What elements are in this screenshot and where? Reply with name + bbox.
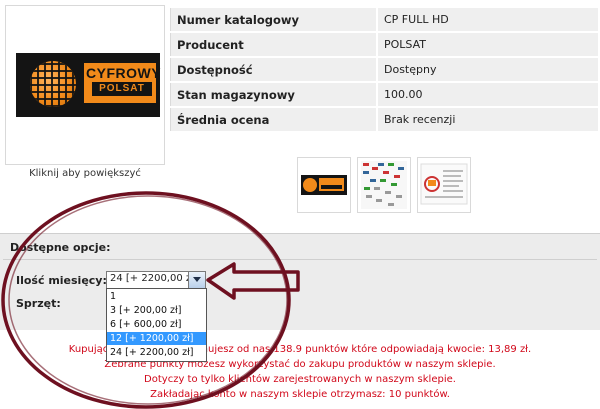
months-dropdown-list[interactable]: 1 3 [+ 200,00 zł] 6 [+ 600,00 zł] 12 [+ … bbox=[106, 288, 207, 362]
months-select-value: 24 [+ 2200,00 zł] bbox=[110, 273, 198, 284]
globe-icon bbox=[30, 61, 76, 107]
options-title: Dostępne opcje: bbox=[10, 241, 111, 254]
thumbnail-leaflet[interactable] bbox=[417, 157, 471, 213]
table-row: Numer katalogowy CP FULL HD bbox=[170, 8, 598, 31]
points-info-line: Dotyczy to tylko klientów zarejestrowany… bbox=[144, 374, 456, 385]
attr-key: Stan magazynowy bbox=[170, 83, 376, 106]
dropdown-option[interactable]: 24 [+ 2200,00 zł] bbox=[107, 346, 206, 359]
product-image[interactable]: CYFROWY POLSAT bbox=[5, 5, 165, 165]
logo-text-line2: POLSAT bbox=[92, 82, 152, 96]
attr-value: Brak recenzji bbox=[376, 108, 598, 131]
chevron-down-icon[interactable] bbox=[188, 272, 205, 288]
options-divider bbox=[3, 259, 597, 260]
dropdown-option[interactable]: 1 bbox=[107, 290, 206, 303]
points-info-line: Zakładając konto w naszym sklepie otrzym… bbox=[150, 389, 450, 400]
months-select[interactable]: 24 [+ 2200,00 zł] bbox=[106, 271, 206, 289]
attr-key: Dostępność bbox=[170, 58, 376, 81]
attr-key: Średnia ocena bbox=[170, 108, 376, 131]
thumbnail-logo-icon bbox=[301, 175, 347, 195]
table-row: Producent POLSAT bbox=[170, 33, 598, 56]
table-row: Dostępność Dostępny bbox=[170, 58, 598, 81]
months-label: Ilość miesięcy: bbox=[16, 274, 107, 287]
dropdown-option[interactable]: 6 [+ 600,00 zł] bbox=[107, 318, 206, 331]
thumbnail-channels[interactable] bbox=[357, 157, 411, 213]
table-row: Stan magazynowy 100.00 bbox=[170, 83, 598, 106]
points-info-line: Kupując ten produkt otrzymujesz od nas 1… bbox=[68, 344, 532, 355]
table-row: Średnia ocena Brak recenzji bbox=[170, 108, 598, 131]
leaflet-icon bbox=[420, 163, 468, 205]
dropdown-option-highlighted[interactable]: 12 [+ 1200,00 zł] bbox=[107, 332, 206, 345]
attr-key: Numer katalogowy bbox=[170, 8, 376, 31]
attr-value: CP FULL HD bbox=[376, 8, 598, 31]
product-attributes-table: Numer katalogowy CP FULL HD Producent PO… bbox=[170, 6, 598, 133]
points-info-line: Zebrane punkty możesz wykorzystać do zak… bbox=[104, 359, 496, 370]
channel-grid-icon bbox=[361, 161, 407, 209]
thumbnail-logo[interactable] bbox=[297, 157, 351, 213]
attr-value: POLSAT bbox=[376, 33, 598, 56]
equipment-label: Sprzęt: bbox=[16, 297, 61, 310]
logo-text-line1: CYFROWY bbox=[86, 65, 162, 81]
attr-key: Producent bbox=[170, 33, 376, 56]
dropdown-option[interactable]: 3 [+ 200,00 zł] bbox=[107, 304, 206, 317]
cyfrowy-polsat-logo: CYFROWY POLSAT bbox=[16, 53, 162, 117]
enlarge-caption[interactable]: Kliknij aby powiększyć bbox=[5, 168, 165, 179]
attr-value: 100.00 bbox=[376, 83, 598, 106]
attr-value: Dostępny bbox=[376, 58, 598, 81]
